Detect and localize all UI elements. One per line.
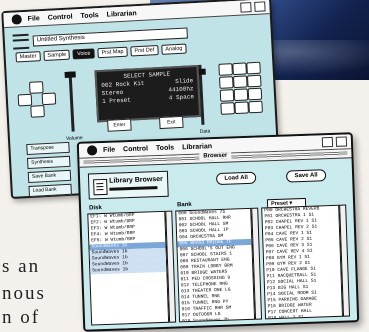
apple-icon[interactable] xyxy=(11,14,22,25)
library-browser-header: Library Browser xyxy=(87,170,169,200)
keypad-9[interactable] xyxy=(247,87,263,101)
keypad-6[interactable] xyxy=(246,74,262,88)
arrow-down-pad[interactable] xyxy=(30,105,45,118)
tab-sample[interactable]: Sample xyxy=(43,49,71,62)
window-title: Browser xyxy=(199,152,232,160)
preset-list[interactable]: P00 ORCHESTRA REVERB P01 ORCHESTRA 1 S1 P0… xyxy=(261,204,344,320)
save-all-button[interactable]: Save All xyxy=(285,169,327,183)
list-icon[interactable] xyxy=(12,33,30,50)
lcd-line-4-right: 4 Space xyxy=(168,93,195,102)
body-text-line-3: n of xyxy=(2,307,41,328)
arrow-up-pad[interactable] xyxy=(29,81,44,94)
keypad-3[interactable] xyxy=(246,61,261,75)
data-label: Data xyxy=(199,128,211,135)
menu-tools[interactable]: Tools xyxy=(156,144,174,152)
tab-voice[interactable]: Voice xyxy=(72,48,95,60)
arrow-right-pad[interactable] xyxy=(41,92,57,106)
synthesis-button[interactable]: Synthesis xyxy=(26,155,71,170)
keypad-11[interactable] xyxy=(234,101,249,115)
tab-prst-def[interactable]: Prst Def xyxy=(130,45,159,57)
lcd-display: SELECT SAMPLE 002 Rock Kit Slide Stereo 44… xyxy=(94,64,202,123)
volume-slider-knob[interactable] xyxy=(64,71,76,78)
keypad-8[interactable] xyxy=(233,88,249,102)
menu-file[interactable]: File xyxy=(28,15,40,23)
volume-slider[interactable] xyxy=(64,71,76,132)
menu-librarian[interactable]: Librarian xyxy=(182,143,212,151)
keypad-5[interactable] xyxy=(232,75,248,89)
window-status-icon-2 xyxy=(254,1,266,12)
list-item[interactable]: SoundWaves 1b xyxy=(90,265,167,275)
exit-button[interactable]: Exit xyxy=(159,115,184,130)
side-button-list: Transpose Synthesis Save Bank Load Bank xyxy=(26,141,72,197)
library-book-icon xyxy=(93,178,108,196)
menu-bar: File Control Tools Librarian xyxy=(3,0,270,29)
tab-master[interactable]: Master xyxy=(15,51,41,63)
lcd-line-4-left: 1 Preset xyxy=(101,96,132,106)
keypad-1[interactable] xyxy=(218,63,233,76)
menu-tools[interactable]: Tools xyxy=(80,12,98,20)
load-all-button[interactable]: Load All xyxy=(215,171,257,186)
browser-window: File Control Tools Librarian Browser Lib… xyxy=(76,132,360,332)
menu-librarian[interactable]: Librarian xyxy=(107,10,137,19)
body-text-line-2: nous xyxy=(2,283,46,304)
window-status-icon xyxy=(321,136,334,148)
apple-icon[interactable] xyxy=(86,145,98,156)
window-status-icon-2 xyxy=(335,136,348,147)
load-bank-button[interactable]: Load Bank xyxy=(28,183,72,197)
bank-list[interactable]: 000 SoundWaves 7b 001 SCHOOL HALL RHR 002 … xyxy=(175,207,256,323)
tab-analog[interactable]: Analog xyxy=(161,43,187,55)
window-status-icon xyxy=(240,2,252,13)
keypad-2[interactable] xyxy=(232,62,247,76)
enter-button[interactable]: Enter xyxy=(107,118,132,132)
save-bank-button[interactable]: Save Bank xyxy=(27,169,72,184)
menu-control[interactable]: Control xyxy=(48,13,73,21)
disk-column-header: Disk xyxy=(88,205,102,212)
progress-bar xyxy=(109,186,158,191)
keypad-7[interactable] xyxy=(219,89,235,102)
menu-file[interactable]: File xyxy=(103,146,115,153)
keypad-4[interactable] xyxy=(219,76,234,89)
menu-control[interactable]: Control xyxy=(123,145,148,153)
keypad-12[interactable] xyxy=(248,100,263,114)
bank-column-header: Bank xyxy=(176,201,192,209)
transpose-button[interactable]: Transpose xyxy=(26,141,70,156)
body-text-line-1: s an xyxy=(2,256,41,277)
arrow-left-pad[interactable] xyxy=(17,93,33,107)
tab-prst-map[interactable]: Prst Map xyxy=(97,46,128,59)
library-browser-label: Library Browser xyxy=(109,175,163,185)
keypad-10[interactable] xyxy=(220,102,235,115)
disk-list[interactable]: EF1: W Wtumb/BRP EF2: W Wtumb/BRP EF3: W W… xyxy=(87,210,170,326)
